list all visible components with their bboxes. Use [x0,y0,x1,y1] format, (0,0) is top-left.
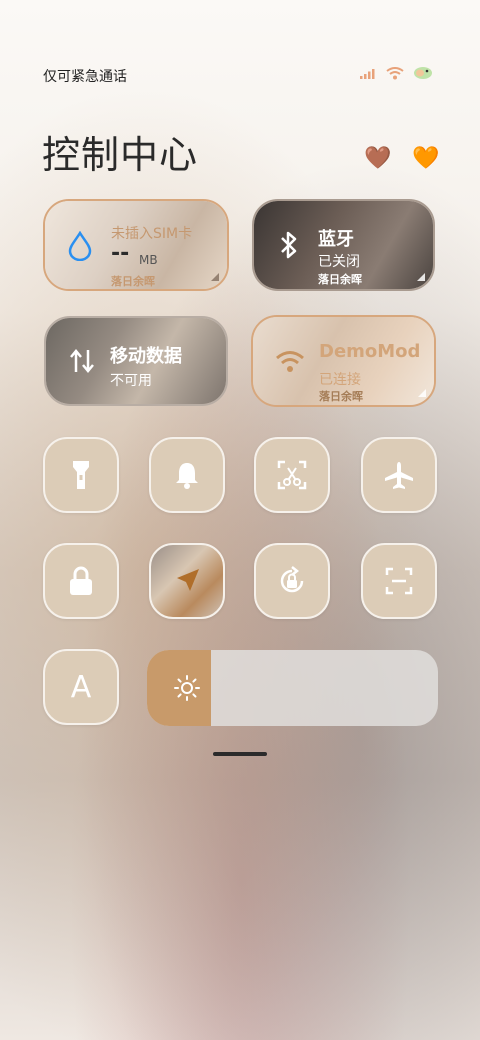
rotation-lock-icon [280,566,304,593]
flashlight-toggle[interactable] [43,437,119,513]
data-usage-unit: MB [139,253,158,267]
expand-corner-icon [418,389,426,397]
location-arrow-icon [177,569,199,591]
data-usage-value: -- [111,241,130,266]
wifi-status: 已连接 [319,372,361,388]
sim-status-text: 未插入SIM卡 [111,226,193,242]
sun-icon [174,675,200,701]
water-drop-icon [68,231,92,261]
battery-icon [414,67,432,79]
mobile-data-arrows-icon [70,349,94,373]
expand-corner-icon [417,273,425,281]
mobile-data-title: 移动数据 [110,346,182,367]
airplane-mode-toggle[interactable] [361,437,437,513]
mobile-data-tile[interactable]: 移动数据 不可用 [44,316,228,406]
lock-icon [70,566,92,595]
bell-icon [176,463,198,489]
mobile-data-status: 不可用 [110,373,152,389]
mute-toggle[interactable] [149,437,225,513]
screenshot-toggle[interactable] [254,437,330,513]
tile-theme-label: 落日余晖 [318,273,362,286]
wifi-network-name: DemoMod [319,341,421,362]
font-size-label: A [70,669,92,705]
drag-handle[interactable] [213,752,267,756]
scanner-toggle[interactable] [361,543,437,619]
screen-lock-toggle[interactable] [43,543,119,619]
wifi-icon [386,66,404,79]
status-icons [360,66,434,80]
bluetooth-title: 蓝牙 [318,229,354,250]
tile-theme-label: 落日余晖 [111,275,155,288]
page-title: 控制中心 [42,133,199,177]
orange-heart-icon[interactable]: 🧡 [412,146,439,171]
bluetooth-tile[interactable]: 蓝牙 已关闭 落日余晖 [252,199,435,291]
rotation-lock-toggle[interactable] [254,543,330,619]
wifi-icon [276,351,304,372]
expand-corner-icon [211,273,219,281]
tile-theme-label: 落日余晖 [319,390,363,403]
wifi-tile[interactable]: DemoMod 已连接 落日余晖 [251,315,436,407]
bluetooth-status: 已关闭 [318,254,360,270]
status-carrier: 仅可紧急通话 [43,69,127,85]
brightness-slider[interactable] [147,650,438,726]
bluetooth-icon [281,231,297,259]
brown-heart-icon[interactable]: 🤎 [364,146,391,171]
airplane-icon [385,462,413,489]
screenshot-cut-icon [277,460,307,490]
flashlight-icon [73,461,89,489]
data-usage-tile[interactable]: 未插入SIM卡 -- MB 落日余晖 [43,199,229,291]
scan-icon [385,567,413,595]
signal-icon [360,69,375,79]
font-size-button[interactable]: A [43,649,119,725]
location-toggle[interactable] [149,543,225,619]
